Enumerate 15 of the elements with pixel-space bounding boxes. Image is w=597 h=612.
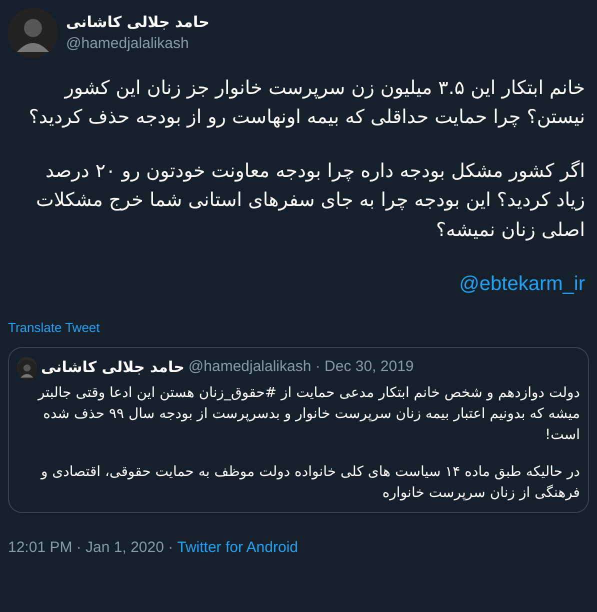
mention-link[interactable]: @ebtekarm_ir [459, 273, 585, 296]
tweet-text: خانم ابتکار این ۳.۵ میلیون زن سرپرست خانوار جز زنان این کشور نیستن؟ چرا حمایت حداقلی که بیمه اونهاست رو از بودجه حذف کردید؟ [28, 76, 585, 130]
quoted-author-name: حامد جلالی کاشانی [41, 357, 184, 378]
avatar-silhouette-icon[interactable] [17, 357, 37, 378]
quoted-handle-date: @hamedjalalikash · Dec 30, 2019 [188, 357, 414, 378]
tweet-text: اگر کشور مشکل بودجه داره چرا بودجه معاونت خودتون رو ۲۰ درصد زیاد کردید؟ این بودجه چرا به جای سفرهای استانی شما خرج مشکلات اصلی زنان نمیشه؟ [35, 158, 585, 243]
quoted-tweet-text: در حالیکه طبق ماده ۱۴ سیاست های کلی خانواده دولت موظف به حمایت حقوقی، اقتصادی و فرهنگی از زنان سرپرست خانواره [39, 462, 580, 503]
author-name[interactable]: حامد جلالی کاشانی [66, 10, 210, 33]
avatar-silhouette-icon[interactable] [8, 8, 58, 58]
translate-link[interactable]: Translate Tweet [8, 320, 100, 336]
source-link[interactable]: Twitter for Android [177, 536, 298, 560]
tweet-timestamp: 12:01 PM · Jan 1, 2020 · [8, 538, 174, 558]
quoted-tweet-card[interactable] [8, 347, 589, 513]
quoted-tweet-text: دولت دوازدهم و شخص خانم ابتکار مدعی حمایت از #حقوق_زنان هستن این ادعا وقتی جالبتر میشه که بدونیم اعتبار بیمه زنان سرپرست خانوار و بدسرپرست از بودجه سال ۹۹ حذف شده است! [36, 384, 580, 445]
author-handle[interactable]: @hamedjalalikash [66, 33, 210, 56]
